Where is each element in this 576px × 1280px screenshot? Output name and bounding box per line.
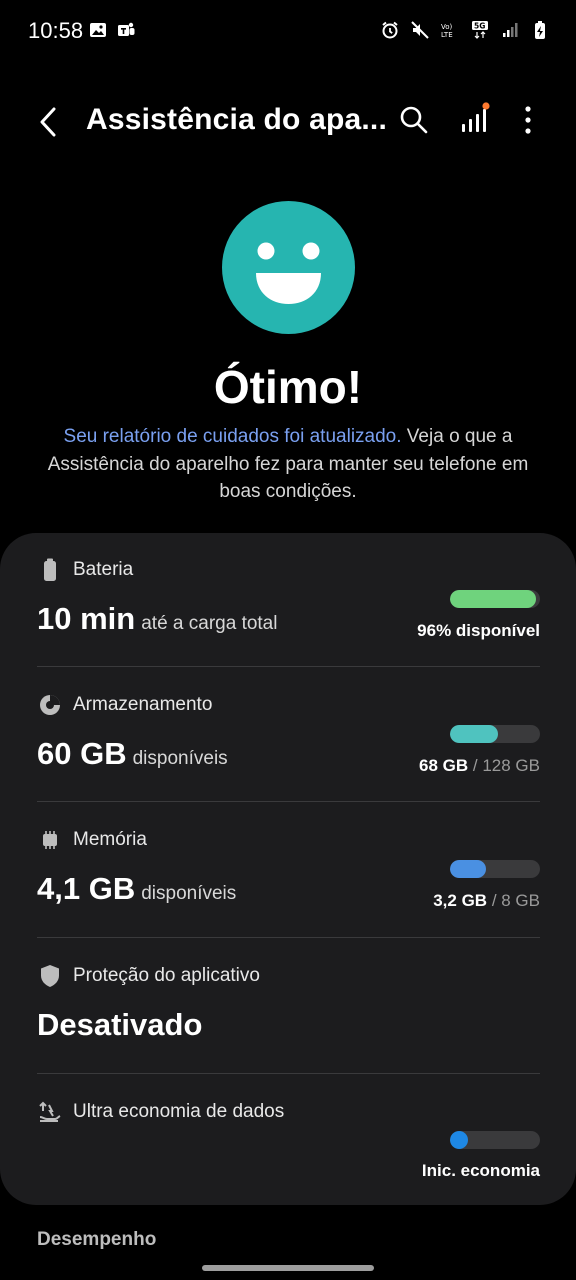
storage-pie-icon — [40, 695, 60, 715]
battery-section[interactable]: Bateria 10 min até a carga total 96% disp… — [37, 533, 540, 668]
divider — [37, 666, 540, 667]
battery-progress-bar — [450, 590, 540, 608]
storage-label: Armazenamento — [73, 694, 213, 715]
status-heading: Ótimo! — [213, 361, 363, 413]
storage-value-row: 60 GB disponíveis — [37, 736, 228, 772]
back-arrow-icon[interactable] — [34, 104, 64, 140]
gallery-icon — [90, 23, 106, 37]
memory-available-suffix: disponíveis — [141, 883, 237, 904]
storage-available-suffix: disponíveis — [132, 748, 228, 769]
data-saver-section[interactable]: Ultra economia de dados Inic. economia — [37, 1075, 540, 1210]
battery-value-row: 10 min até a carga total — [37, 601, 277, 637]
5g-icon: 5G — [472, 21, 488, 39]
memory-chip-icon — [43, 831, 57, 849]
battery-progress-fill — [450, 590, 537, 608]
svg-text:5G: 5G — [474, 22, 485, 31]
battery-charging-icon — [535, 21, 545, 39]
battery-status-text: 96% disponível — [417, 621, 540, 640]
memory-usage-text: 3,2 GB / 8 GB — [433, 891, 540, 911]
battery-label: Bateria — [73, 559, 134, 580]
device-care-card: Bateria 10 min até a carga total 96% disp… — [0, 533, 576, 1205]
home-indicator[interactable] — [202, 1265, 374, 1271]
battery-icon — [44, 558, 56, 581]
signal-strength-icon — [503, 23, 518, 37]
smiley-face-icon — [222, 201, 355, 334]
app-protection-section[interactable]: Proteção do aplicativo Desativado — [37, 939, 540, 1074]
memory-used: 3,2 GB — [433, 891, 488, 910]
memory-available-value: 4,1 GB — [37, 871, 136, 906]
data-saver-toggle-track[interactable] — [450, 1131, 540, 1149]
status-bar: 10:58 Vo) LTE 5G — [0, 0, 576, 64]
data-saver-label: Ultra economia de dados — [73, 1101, 285, 1122]
storage-progress-fill — [450, 725, 498, 743]
storage-usage-text: 68 GB / 128 GB — [419, 756, 540, 776]
storage-available-value: 60 GB — [37, 736, 127, 771]
memory-progress-fill — [450, 860, 486, 878]
page-title: Assistência do apa... — [86, 103, 387, 136]
storage-progress-bar — [450, 725, 540, 743]
storage-section[interactable]: Armazenamento 60 GB disponíveis 68 GB / 1… — [37, 668, 540, 803]
memory-value-row: 4,1 GB disponíveis — [37, 871, 236, 907]
more-options-icon[interactable] — [516, 104, 540, 136]
divider — [37, 801, 540, 802]
app-protection-label: Proteção do aplicativo — [73, 965, 260, 986]
divider — [37, 1073, 540, 1074]
diagnostics-signal-icon[interactable] — [460, 102, 490, 136]
app-bar: Assistência do apa... — [0, 90, 576, 154]
alarm-icon — [382, 21, 398, 39]
storage-total: / 128 GB — [472, 756, 540, 775]
battery-time-value: 10 min — [37, 601, 136, 636]
teams-icon — [118, 22, 135, 36]
performance-section-header: Desempenho — [37, 1229, 157, 1250]
data-saver-icon — [39, 1101, 61, 1122]
app-protection-value-row: Desativado — [37, 1007, 202, 1043]
divider — [37, 937, 540, 938]
data-saver-status-text[interactable]: Inic. economia — [422, 1161, 540, 1181]
search-icon[interactable] — [398, 104, 430, 136]
svg-text:LTE: LTE — [441, 31, 453, 39]
status-time: 10:58 — [28, 18, 84, 43]
memory-section[interactable]: Memória 4,1 GB disponíveis 3,2 GB / 8 GB — [37, 803, 540, 938]
report-description: Seu relatório de cuidados foi atualizado… — [40, 423, 536, 506]
battery-time-suffix: até a carga total — [141, 613, 278, 634]
app-protection-status: Desativado — [37, 1007, 203, 1042]
memory-label: Memória — [73, 829, 147, 850]
mute-icon — [411, 21, 429, 39]
data-saver-toggle-knob — [450, 1131, 468, 1149]
care-report-link[interactable]: Seu relatório de cuidados foi atualizado… — [64, 426, 402, 447]
storage-used: 68 GB — [419, 756, 469, 775]
memory-total: / 8 GB — [491, 891, 540, 910]
volte-icon: Vo)LTE — [441, 23, 453, 39]
memory-progress-bar — [450, 860, 540, 878]
shield-icon — [41, 965, 59, 987]
svg-text:Vo): Vo) — [441, 23, 453, 31]
